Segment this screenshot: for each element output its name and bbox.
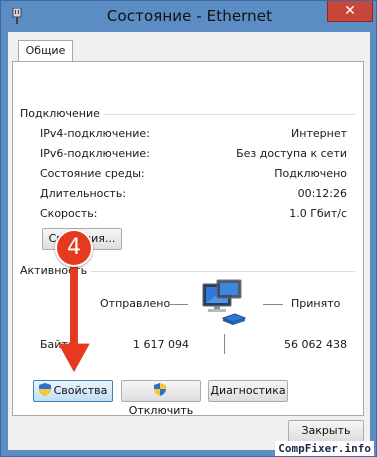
window-title: Состояние - Ethernet	[106, 7, 273, 25]
ipv4-label: IPv4-подключение:	[40, 127, 150, 140]
disable-button[interactable]: Отключить	[121, 380, 201, 417]
step-number-badge: 4	[55, 229, 93, 267]
properties-button[interactable]: Свойства	[33, 380, 113, 402]
disable-button-label: Отключить	[128, 404, 194, 417]
status-window: Состояние - Ethernet ✕ Общие Подключение…	[0, 0, 377, 457]
uac-shield-icon	[153, 383, 166, 396]
ipv6-label: IPv6-подключение:	[40, 147, 150, 160]
duration-value: 00:12:26	[297, 187, 347, 200]
ipv4-value: Интернет	[291, 127, 347, 140]
activity-separator	[224, 334, 225, 354]
properties-button-label: Свойства	[53, 384, 108, 397]
received-label: Принято	[291, 297, 341, 310]
close-window-button[interactable]: ✕	[327, 1, 373, 22]
sent-label: Отправлено	[100, 297, 171, 310]
annotation-arrow	[58, 259, 90, 373]
duration-label: Длительность:	[40, 187, 127, 200]
media-state-label: Состояние среды:	[40, 167, 145, 180]
received-dash-line	[263, 304, 283, 305]
media-state-value: Подключено	[274, 167, 347, 180]
uac-shield-icon	[38, 383, 51, 396]
diagnostics-button[interactable]: Диагностика	[208, 380, 288, 402]
site-watermark: CompFixer.info	[275, 441, 374, 456]
ipv6-value: Без доступа к сети	[236, 147, 347, 160]
tab-general[interactable]: Общие	[18, 40, 73, 62]
network-computers-icon	[202, 279, 247, 325]
speed-label: Скорость:	[40, 207, 98, 220]
sent-dash-line	[168, 304, 188, 305]
speed-value: 1.0 Гбит/с	[289, 207, 347, 220]
connection-group-title: Подключение	[20, 107, 104, 120]
bytes-sent-value: 1 617 094	[133, 338, 189, 351]
bytes-received-value: 56 062 438	[284, 338, 347, 351]
close-button[interactable]: Закрыть	[288, 420, 364, 442]
title-bar[interactable]: Состояние - Ethernet ✕	[1, 1, 377, 32]
